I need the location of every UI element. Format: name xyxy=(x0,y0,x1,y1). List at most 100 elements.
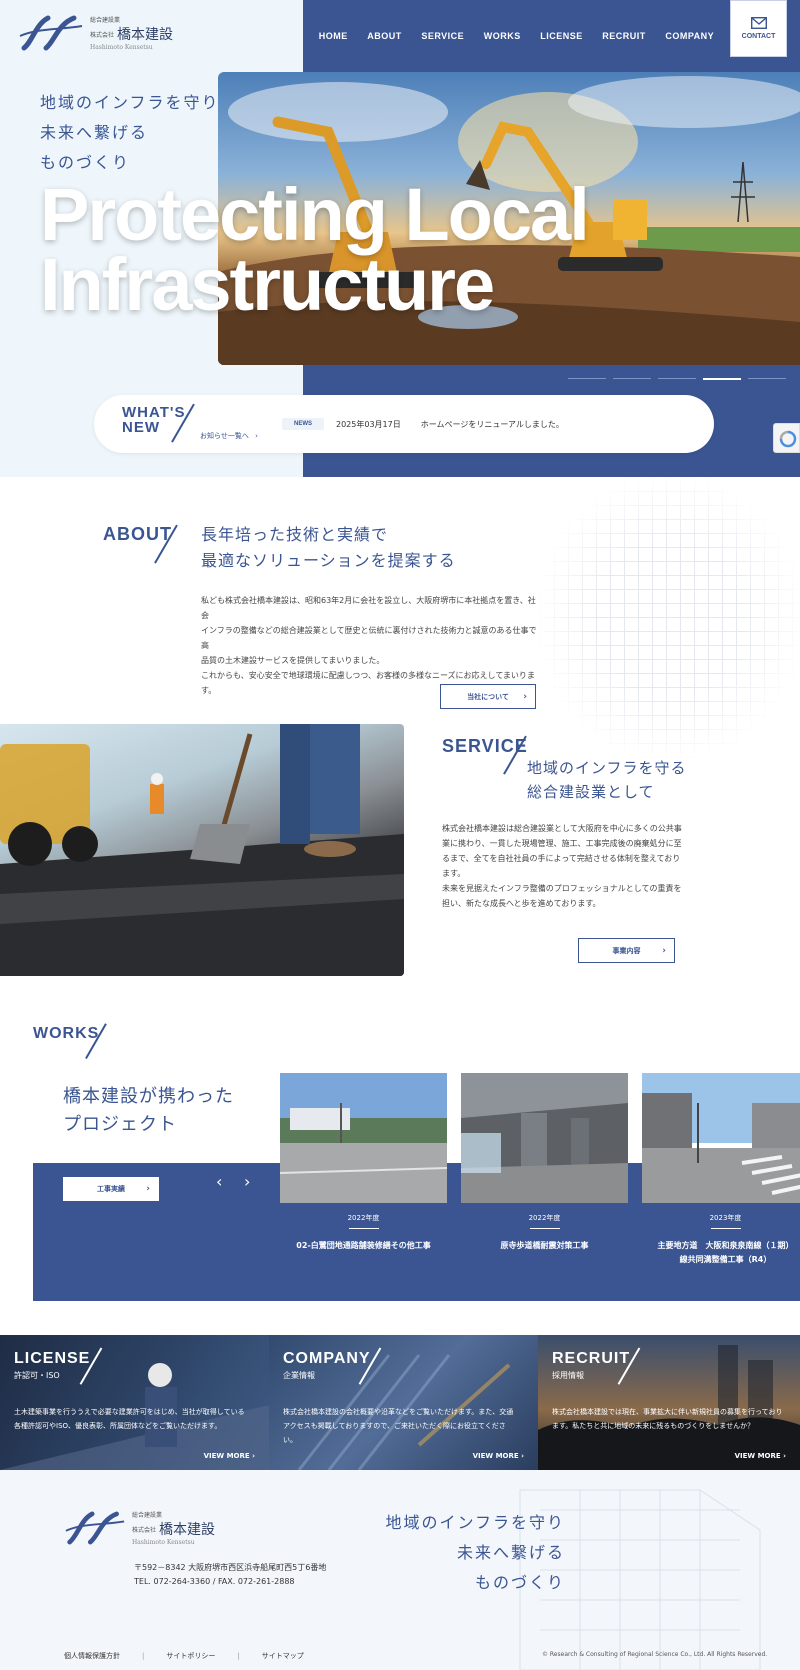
chevron-left-icon: ‹ xyxy=(216,1172,223,1191)
logo-name: 橋本建設 xyxy=(117,27,174,43)
news-list-link-label: お知らせ一覧へ xyxy=(200,432,249,440)
nav-license[interactable]: LICENSE xyxy=(540,31,583,41)
footer-links: 個人情報保護方針 | サイトポリシー | サイトマップ xyxy=(64,1651,304,1661)
contact-label: CONTACT xyxy=(741,33,776,40)
logo-en: Hashimoto Kensetsu xyxy=(132,1539,195,1546)
logo-small: 総合建設業 xyxy=(132,1512,163,1519)
work-year: 2022年度 xyxy=(461,1213,628,1229)
view-more-label: VIEW MORE xyxy=(472,1452,519,1460)
service-body-line-2: 業に携わり、一貫した現場管理、施工、工事完成後の廃棄処分に至 xyxy=(442,839,682,848)
logo-text: 総合建設業 株式会社 橋本建設 Hashimoto Kensetsu xyxy=(132,1510,215,1546)
footer-link-sitemap[interactable]: サイトマップ xyxy=(262,1651,304,1661)
slider-dot[interactable] xyxy=(613,378,651,379)
works-title: 橋本建設が携わった プロジェクト xyxy=(63,1083,234,1139)
logo-name: 橋本建設 xyxy=(159,1522,216,1538)
license-view-more[interactable]: VIEW MORE › xyxy=(204,1452,255,1460)
work-image xyxy=(642,1073,800,1203)
news-text: ホームページをリニューアルしました。 xyxy=(420,419,564,429)
logo-text: 総合建設業 株式会社 橋本建設 Hashimoto Kensetsu xyxy=(90,15,173,51)
work-card[interactable]: 2022年度 02-白鷺団地通路舗装修繕その他工事 xyxy=(280,1073,447,1293)
service-body-line-6: 担い、新たな成長へと歩を進めております。 xyxy=(442,899,601,908)
service-body-line-1: 株式会社橋本建設は総合建設業として大阪府を中心に多くの公共事 xyxy=(442,824,682,833)
logo-small: 総合建設業 xyxy=(90,17,121,24)
service-body-line-5: 未来を見据えたインフラ整備のプロフェッショナルとしての重責を xyxy=(442,884,682,893)
about-body-line-2: インフラの整備などの総合建設業として歴史と伝統に裏付けされた技術力と誠意のある仕… xyxy=(201,626,537,650)
recruit-heading: RECRUIT xyxy=(552,1350,631,1367)
slider-dot[interactable] xyxy=(748,378,786,379)
recruit-desc-line-2: ます。私たちと共に地域の未来に残るものづくりをしませんか？ xyxy=(552,1422,755,1430)
mail-icon xyxy=(750,17,767,29)
recaptcha-icon xyxy=(779,430,797,448)
license-panel[interactable]: LICENSE 許認可・ISO 土木建築事業を行ううえで必要な建業許可をはじめ、… xyxy=(0,1335,269,1470)
road-paving-scene-image xyxy=(0,724,404,976)
slider-dot[interactable] xyxy=(568,378,606,379)
recruit-desc-line-1: 株式会社橋本建設では現在、事業拡大に伴い新規社員の募集を行っており xyxy=(552,1408,783,1416)
chevron-right-icon: › xyxy=(252,1452,255,1460)
news-list-link[interactable]: お知らせ一覧へ › xyxy=(200,431,258,441)
work-card[interactable]: 2023年度 主要地方道 大阪和泉泉南線（１期） 線共同溝整備工事（R4） xyxy=(642,1073,800,1293)
nav-recruit[interactable]: RECRUIT xyxy=(602,31,646,41)
logo-mark-icon xyxy=(19,15,83,51)
logo-mark-icon xyxy=(65,1511,125,1545)
works-prev-button[interactable]: ‹ xyxy=(216,1172,222,1191)
recruit-panel[interactable]: RECRUIT 採用情報 株式会社橋本建設では現在、事業拡大に伴い新規社員の募集… xyxy=(538,1335,800,1470)
work-year: 2023年度 xyxy=(642,1213,800,1229)
works-next-button[interactable]: › xyxy=(244,1172,250,1191)
footer-copy-line-3: ものづくり xyxy=(474,1573,565,1592)
footer-logo[interactable]: 総合建設業 株式会社 橋本建設 Hashimoto Kensetsu xyxy=(64,1510,215,1546)
work-title-line-2: 線共同溝整備工事（R4） xyxy=(679,1255,772,1264)
site-logo[interactable]: 総合建設業 株式会社 橋本建設 Hashimoto Kensetsu xyxy=(18,14,173,52)
about-button-label: 当社について xyxy=(467,692,509,701)
recruit-desc: 株式会社橋本建設では現在、事業拡大に伴い新規社員の募集を行っており ます。私たち… xyxy=(552,1405,797,1433)
footer-link-privacy[interactable]: 個人情報保護方針 xyxy=(64,1651,120,1661)
work-image xyxy=(461,1073,628,1203)
service-button-label: 事業内容 xyxy=(612,946,641,955)
company-view-more[interactable]: VIEW MORE › xyxy=(473,1452,524,1460)
contact-button[interactable]: CONTACT xyxy=(730,0,787,57)
company-desc-line-1: 株式会社橋本建設の会社概要や沿革などをご覧いただけます。また、交通 xyxy=(283,1408,514,1416)
company-panel[interactable]: COMPANY 企業情報 株式会社橋本建設の会社概要や沿革などをご覧いただけます… xyxy=(269,1335,538,1470)
news-tag: NEWS xyxy=(282,418,324,430)
nav-about[interactable]: ABOUT xyxy=(367,31,402,41)
about-button[interactable]: 当社について › xyxy=(440,684,536,709)
work-title-line-1: 02-白鷺団地通路舗装修繕その他工事 xyxy=(296,1241,431,1250)
license-desc-line-1: 土木建築事業を行ううえで必要な建業許可をはじめ、当社が取得している xyxy=(14,1408,245,1416)
chevron-right-icon: › xyxy=(662,945,666,956)
footer-link-site-policy[interactable]: サイトポリシー xyxy=(166,1651,215,1661)
slider-dot[interactable] xyxy=(658,378,696,379)
nav-company[interactable]: COMPANY xyxy=(665,31,714,41)
hero-headline-line-2: Infrastructure xyxy=(40,243,495,326)
works-button-label: 工事実績 xyxy=(97,1185,125,1193)
works-button[interactable]: 工事実績 › xyxy=(63,1177,159,1201)
slider-dot-active[interactable] xyxy=(703,378,741,380)
chevron-right-icon: › xyxy=(783,1452,786,1460)
news-item[interactable]: NEWS 2025年03月17日 ホームページをリニューアルしました。 xyxy=(282,418,564,430)
work-title: 02-白鷺団地通路舗装修繕その他工事 xyxy=(280,1239,447,1253)
service-title-line-2: 総合建設業として xyxy=(527,783,655,801)
about-body: 私ども株式会社橋本建設は、昭和63年2月に会社を設立し、大阪府堺市に本社拠点を置… xyxy=(201,593,541,698)
logo-en: Hashimoto Kensetsu xyxy=(90,44,153,51)
service-title-line-1: 地域のインフラを守る xyxy=(527,759,687,777)
work-card[interactable]: 2022年度 原寺歩道橋耐震対策工事 xyxy=(461,1073,628,1293)
footer-tel: TEL. 072-264-3360 / FAX. 072-261-2888 xyxy=(134,1577,295,1586)
nav-works[interactable]: WORKS xyxy=(484,31,521,41)
service-button[interactable]: 事業内容 › xyxy=(578,938,675,963)
recruit-view-more[interactable]: VIEW MORE › xyxy=(735,1452,786,1460)
company-desc-line-2: アクセスも掲載しておりますので、ご来社いただく際にお役立てくださ xyxy=(283,1422,506,1430)
hero-copy-line-1: 地域のインフラを守り xyxy=(40,93,220,112)
chevron-right-icon: › xyxy=(521,1452,524,1460)
works-title-line-1: 橋本建設が携わった xyxy=(63,1086,234,1107)
service-body-line-3: るまで、全てを自社社員の手によって完結させる体制を整えており xyxy=(442,854,681,863)
nav-home[interactable]: HOME xyxy=(319,31,348,41)
news-heading: WHAT'S NEW xyxy=(122,405,185,435)
view-more-label: VIEW MORE xyxy=(203,1452,250,1460)
footer-contact-info: 〒592－8342 大阪府堺市西区浜寺船尾町西5丁6番地 TEL. 072-26… xyxy=(134,1561,326,1589)
works-title-line-2: プロジェクト xyxy=(63,1114,177,1135)
recaptcha-badge[interactable] xyxy=(773,423,800,453)
parking-lot-photo xyxy=(280,1073,447,1203)
nav-service[interactable]: SERVICE xyxy=(421,31,464,41)
about-body-line-1: 私ども株式会社橋本建設は、昭和63年2月に会社を設立し、大阪府堺市に本社拠点を置… xyxy=(201,596,536,620)
work-title: 主要地方道 大阪和泉泉南線（１期） 線共同溝整備工事（R4） xyxy=(642,1239,800,1267)
chevron-right-icon: › xyxy=(146,1184,150,1194)
about-title-line-2: 最適なソリューションを提案する xyxy=(201,551,456,570)
